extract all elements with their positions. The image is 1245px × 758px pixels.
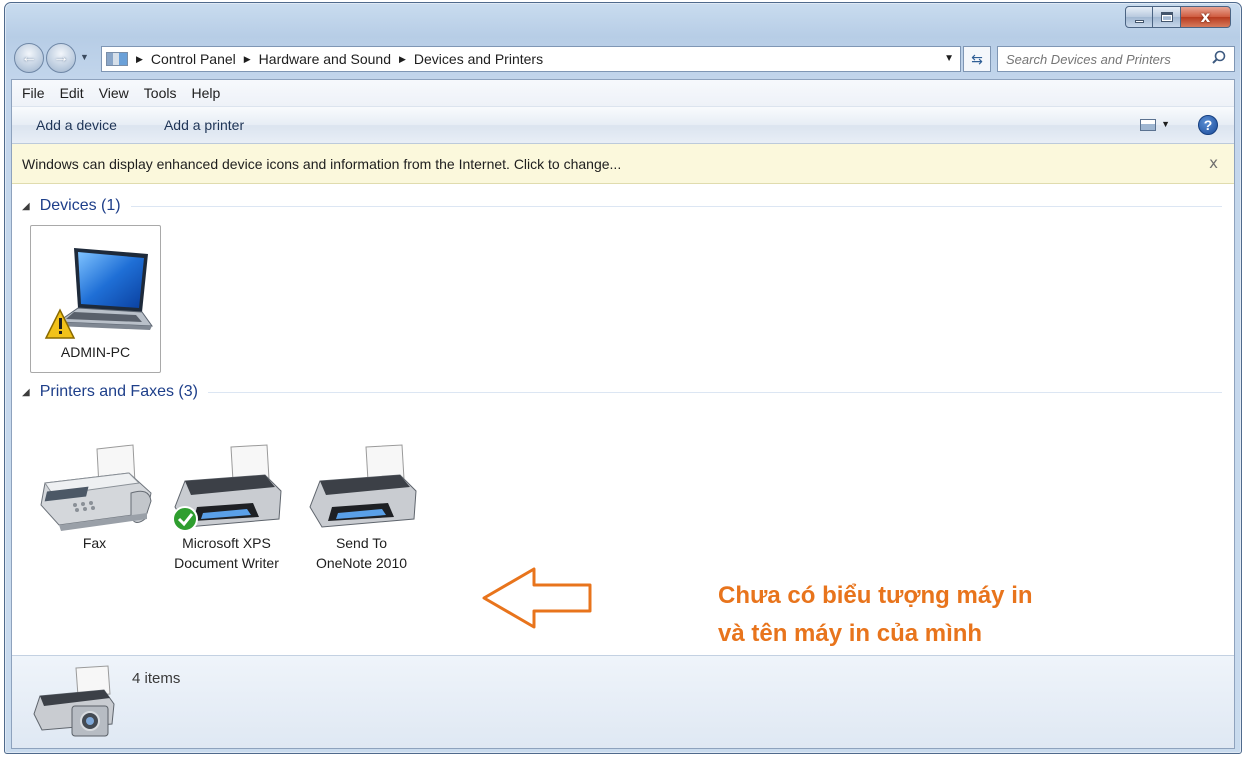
menu-tools[interactable]: Tools (144, 85, 177, 101)
address-dropdown-icon[interactable]: ▼ (944, 53, 954, 64)
search-box[interactable] (997, 46, 1235, 72)
group-header-devices[interactable]: ◢ Devices (1) (22, 197, 1222, 215)
recent-pages-dropdown[interactable]: ▼ (80, 52, 89, 62)
search-icon[interactable] (1212, 50, 1226, 64)
navigation-bar: ← → ▼ ▶ Control Panel ▶ Hardware and Sou… (11, 41, 1235, 75)
breadcrumb-devices-and-printers[interactable]: Devices and Printers (414, 51, 543, 67)
collapse-triangle-icon[interactable]: ◢ (22, 387, 30, 398)
devices-view: ◢ Devices (1) ADMIN-PC ◢ Printers and Fa… (12, 185, 1234, 655)
collapse-triangle-icon[interactable]: ◢ (22, 201, 30, 212)
menu-bar: File Edit View Tools Help (12, 80, 1234, 107)
breadcrumb-separator-icon[interactable]: ▶ (136, 54, 143, 65)
breadcrumb-hardware-and-sound[interactable]: Hardware and Sound (259, 51, 391, 67)
help-button[interactable]: ? (1198, 115, 1218, 135)
view-options-dropdown-icon[interactable]: ▼ (1161, 119, 1170, 129)
group-divider (207, 391, 1222, 393)
devices-and-printers-icon (33, 665, 115, 737)
refresh-button[interactable]: ⇆ (963, 46, 991, 72)
group-divider (130, 205, 1222, 207)
forward-button[interactable]: → (46, 43, 76, 73)
breadcrumb-separator-icon[interactable]: ▶ (399, 54, 406, 65)
minimize-button[interactable] (1125, 6, 1153, 28)
left-arrow-icon (482, 567, 592, 629)
change-view-icon[interactable] (1140, 119, 1156, 131)
group-title-printers-and-faxes: Printers and Faxes (3) (39, 383, 198, 400)
menu-view[interactable]: View (99, 85, 129, 101)
printer-label-onenote-line1: Send To (335, 535, 388, 551)
annotation-note: Chưa có biểu tượng máy in và tên máy in … (718, 577, 1033, 653)
caption-buttons: x (1125, 6, 1231, 28)
maximize-button[interactable] (1153, 6, 1181, 28)
add-printer-button[interactable]: Add a printer (164, 117, 244, 133)
breadcrumb-control-panel[interactable]: Control Panel (151, 51, 236, 67)
printer-tile-fax[interactable]: Fax (32, 443, 157, 553)
printer-tile-send-to-onenote[interactable]: Send To OneNote 2010 (299, 443, 424, 573)
menu-file[interactable]: File (22, 85, 45, 101)
laptop-warning-icon (44, 248, 153, 339)
help-icon: ? (1203, 117, 1213, 133)
device-label-admin-pc: ADMIN-PC (60, 344, 131, 360)
group-title-devices: Devices (1) (39, 197, 121, 214)
client-area: File Edit View Tools Help Add a device A… (11, 79, 1235, 749)
search-input[interactable] (998, 51, 1198, 67)
address-bar[interactable]: ▶ Control Panel ▶ Hardware and Sound ▶ D… (101, 46, 961, 72)
device-tile-admin-pc[interactable]: ADMIN-PC (30, 225, 161, 373)
printer-label-xps-line2: Document Writer (174, 555, 279, 571)
printer-label-onenote-line2: OneNote 2010 (315, 555, 408, 571)
menu-help[interactable]: Help (191, 85, 220, 101)
details-pane: 4 items (12, 655, 1234, 748)
info-bar-message[interactable]: Windows can display enhanced device icon… (22, 156, 621, 172)
close-icon: x (1200, 8, 1211, 26)
close-button[interactable]: x (1181, 6, 1231, 28)
maximize-icon (1160, 12, 1173, 22)
annotation-line-2: và tên máy in của mình (718, 620, 983, 647)
printer-default-icon (171, 444, 282, 532)
info-bar-close-icon[interactable]: x (1209, 154, 1218, 172)
group-header-printers-and-faxes[interactable]: ◢ Printers and Faxes (3) (22, 383, 1222, 401)
add-device-button[interactable]: Add a device (36, 117, 117, 133)
printer-icon (308, 444, 417, 528)
minimize-icon (1134, 19, 1144, 23)
printer-label-fax: Fax (82, 535, 107, 551)
breadcrumb-separator-icon[interactable]: ▶ (244, 54, 251, 65)
annotation-line-1: Chưa có biểu tượng máy in (718, 582, 1033, 609)
control-panel-icon (106, 52, 128, 66)
item-count: 4 items (132, 670, 181, 687)
back-arrow-icon: ← (21, 49, 37, 66)
printer-label-xps-line1: Microsoft XPS (182, 535, 271, 551)
info-bar[interactable]: Windows can display enhanced device icon… (12, 144, 1234, 184)
command-bar: Add a device Add a printer ▼ ? (12, 107, 1234, 144)
fax-icon (39, 444, 152, 531)
printer-tile-microsoft-xps[interactable]: Microsoft XPS Document Writer (164, 443, 289, 573)
explorer-window: x ← → ▼ ▶ Control Panel ▶ Hardware and S… (4, 2, 1242, 754)
menu-edit[interactable]: Edit (60, 85, 84, 101)
back-button[interactable]: ← (14, 43, 44, 73)
forward-arrow-icon: → (53, 49, 69, 66)
refresh-icon: ⇆ (971, 50, 983, 67)
